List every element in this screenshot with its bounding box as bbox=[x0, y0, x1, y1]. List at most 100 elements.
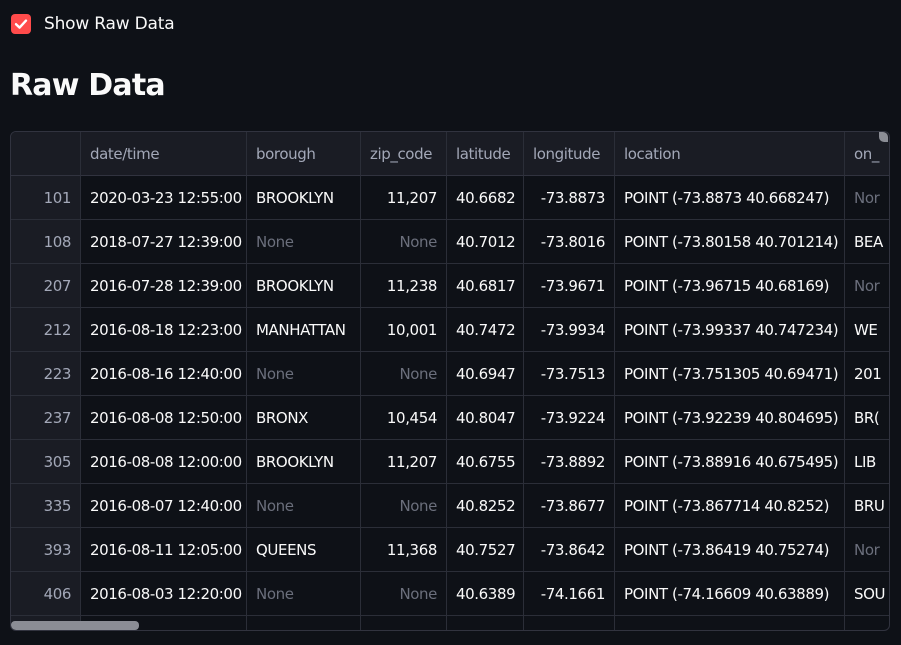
on-street-cell[interactable]: BEA bbox=[845, 220, 889, 264]
latitude-cell[interactable]: 40.7012 bbox=[447, 220, 524, 264]
date-time-cell[interactable]: 2016-07-28 12:39:00 bbox=[81, 264, 247, 308]
latitude-cell[interactable]: 40.7527 bbox=[447, 528, 524, 572]
latitude-header[interactable]: latitude bbox=[447, 132, 524, 176]
zip-code-header[interactable]: zip_code bbox=[361, 132, 447, 176]
borough-cell[interactable]: None bbox=[247, 352, 361, 396]
show-raw-data-checkbox[interactable]: Show Raw Data bbox=[11, 14, 175, 34]
longitude-cell[interactable]: -73.9934 bbox=[524, 308, 615, 352]
date-time-cell[interactable]: 2016-08-03 12:20:00 bbox=[81, 572, 247, 616]
row-index[interactable]: 305 bbox=[11, 440, 81, 484]
location-cell[interactable]: POINT (-73.867714 40.8252) bbox=[615, 484, 845, 528]
zip-code-cell[interactable]: None bbox=[361, 352, 447, 396]
longitude-cell[interactable]: -73.8642 bbox=[524, 528, 615, 572]
on-street-cell[interactable]: SOU bbox=[845, 572, 889, 616]
zip-code-cell[interactable] bbox=[361, 616, 447, 630]
location-cell[interactable]: POINT (-73.80158 40.701214) bbox=[615, 220, 845, 264]
row-index[interactable]: 212 bbox=[11, 308, 81, 352]
row-index[interactable]: 207 bbox=[11, 264, 81, 308]
longitude-header[interactable]: longitude bbox=[524, 132, 615, 176]
borough-cell[interactable]: None bbox=[247, 484, 361, 528]
location-cell[interactable]: POINT (-73.92239 40.804695) bbox=[615, 396, 845, 440]
on-street-cell[interactable]: Nor bbox=[845, 264, 889, 308]
latitude-cell[interactable]: 40.6755 bbox=[447, 440, 524, 484]
borough-cell[interactable]: QUEENS bbox=[247, 528, 361, 572]
location-cell[interactable]: POINT (-73.8873 40.668247) bbox=[615, 176, 845, 220]
location-cell[interactable]: POINT (-73.99337 40.747234) bbox=[615, 308, 845, 352]
row-index[interactable]: 335 bbox=[11, 484, 81, 528]
longitude-cell[interactable]: -73.7513 bbox=[524, 352, 615, 396]
date-time-cell[interactable]: 2020-03-23 12:55:00 bbox=[81, 176, 247, 220]
raw-data-table[interactable]: date/time borough zip_code latitude longitud… bbox=[10, 131, 890, 631]
on-street-cell[interactable]: WE bbox=[845, 308, 889, 352]
zip-code-cell[interactable]: 10,001 bbox=[361, 308, 447, 352]
date-time-cell[interactable]: 2016-08-11 12:05:00 bbox=[81, 528, 247, 572]
on-street-cell[interactable] bbox=[845, 616, 889, 630]
latitude-cell[interactable]: 40.6389 bbox=[447, 572, 524, 616]
zip-code-cell[interactable]: 11,207 bbox=[361, 440, 447, 484]
on-street-cell[interactable]: Nor bbox=[845, 528, 889, 572]
zip-code-cell[interactable]: None bbox=[361, 220, 447, 264]
borough-cell[interactable]: BROOKLYN bbox=[247, 264, 361, 308]
horizontal-scrollbar-thumb[interactable] bbox=[11, 621, 139, 630]
zip-code-cell[interactable]: 11,368 bbox=[361, 528, 447, 572]
longitude-cell[interactable]: -74.1661 bbox=[524, 572, 615, 616]
row-index[interactable]: 237 bbox=[11, 396, 81, 440]
zip-code-cell[interactable]: 11,207 bbox=[361, 176, 447, 220]
location-header[interactable]: location bbox=[615, 132, 845, 176]
longitude-cell[interactable] bbox=[524, 616, 615, 630]
latitude-cell[interactable]: 40.7472 bbox=[447, 308, 524, 352]
date-time-cell[interactable]: 2018-07-27 12:39:00 bbox=[81, 220, 247, 264]
location-cell[interactable]: POINT (-73.88916 40.675495) bbox=[615, 440, 845, 484]
row-index[interactable]: 393 bbox=[11, 528, 81, 572]
zip-code-cell[interactable]: None bbox=[361, 484, 447, 528]
on-street-cell[interactable]: 201 bbox=[845, 352, 889, 396]
borough-cell[interactable]: None bbox=[247, 572, 361, 616]
row-index[interactable]: 108 bbox=[11, 220, 81, 264]
borough-cell[interactable]: BROOKLYN bbox=[247, 176, 361, 220]
on-street-cell[interactable]: BRU bbox=[845, 484, 889, 528]
date-time-cell[interactable]: 2016-08-16 12:40:00 bbox=[81, 352, 247, 396]
latitude-cell[interactable]: 40.6682 bbox=[447, 176, 524, 220]
checkmark-icon bbox=[14, 19, 28, 29]
borough-cell[interactable]: BROOKLYN bbox=[247, 440, 361, 484]
location-cell[interactable]: POINT (-73.751305 40.69471) bbox=[615, 352, 845, 396]
longitude-cell[interactable]: -73.9224 bbox=[524, 396, 615, 440]
longitude-cell[interactable]: -73.8873 bbox=[524, 176, 615, 220]
row-index[interactable]: 406 bbox=[11, 572, 81, 616]
on-street-cell[interactable]: BR( bbox=[845, 396, 889, 440]
location-cell[interactable]: POINT (-74.16609 40.63889) bbox=[615, 572, 845, 616]
borough-header[interactable]: borough bbox=[247, 132, 361, 176]
zip-code-cell[interactable]: None bbox=[361, 572, 447, 616]
longitude-cell[interactable]: -73.9671 bbox=[524, 264, 615, 308]
zip-code-cell[interactable]: 10,454 bbox=[361, 396, 447, 440]
zip-code-cell[interactable]: 11,238 bbox=[361, 264, 447, 308]
index-header[interactable] bbox=[11, 132, 81, 176]
borough-cell[interactable] bbox=[247, 616, 361, 630]
location-cell[interactable] bbox=[615, 616, 845, 630]
on-street-cell[interactable]: Nor bbox=[845, 176, 889, 220]
borough-cell[interactable]: BRONX bbox=[247, 396, 361, 440]
date-time-cell[interactable]: 2016-08-18 12:23:00 bbox=[81, 308, 247, 352]
vertical-scrollbar-thumb[interactable] bbox=[879, 132, 888, 142]
borough-cell[interactable]: None bbox=[247, 220, 361, 264]
latitude-cell[interactable] bbox=[447, 616, 524, 630]
date-time-header[interactable]: date/time bbox=[81, 132, 247, 176]
longitude-cell[interactable]: -73.8016 bbox=[524, 220, 615, 264]
longitude-cell[interactable]: -73.8677 bbox=[524, 484, 615, 528]
location-cell[interactable]: POINT (-73.96715 40.68169) bbox=[615, 264, 845, 308]
row-index[interactable]: 223 bbox=[11, 352, 81, 396]
row-index[interactable]: 101 bbox=[11, 176, 81, 220]
location-cell[interactable]: POINT (-73.86419 40.75274) bbox=[615, 528, 845, 572]
latitude-cell[interactable]: 40.8252 bbox=[447, 484, 524, 528]
date-time-cell[interactable]: 2016-08-08 12:00:00 bbox=[81, 440, 247, 484]
data-grid: date/time borough zip_code latitude longitud… bbox=[11, 132, 889, 630]
on-street-cell[interactable]: LIB bbox=[845, 440, 889, 484]
latitude-cell[interactable]: 40.8047 bbox=[447, 396, 524, 440]
latitude-cell[interactable]: 40.6947 bbox=[447, 352, 524, 396]
borough-cell[interactable]: MANHATTAN bbox=[247, 308, 361, 352]
longitude-cell[interactable]: -73.8892 bbox=[524, 440, 615, 484]
date-time-cell[interactable]: 2016-08-08 12:50:00 bbox=[81, 396, 247, 440]
date-time-cell[interactable]: 2016-08-07 12:40:00 bbox=[81, 484, 247, 528]
latitude-cell[interactable]: 40.6817 bbox=[447, 264, 524, 308]
checkbox-checked-icon[interactable] bbox=[11, 14, 31, 34]
